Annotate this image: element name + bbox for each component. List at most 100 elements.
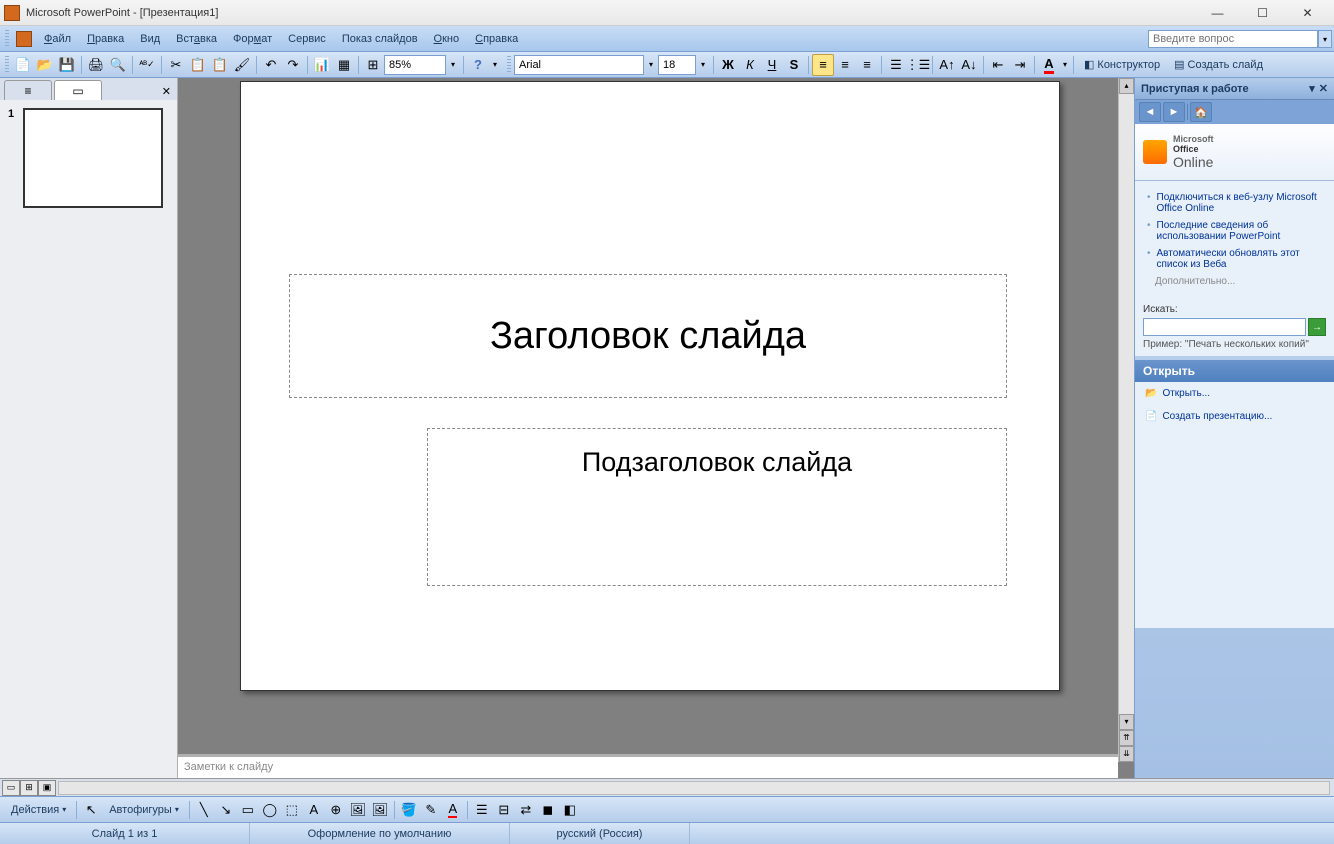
search-go-button[interactable]: → (1308, 318, 1326, 336)
designer-button[interactable]: ◧Конструктор (1077, 54, 1167, 76)
zoom-dropdown[interactable]: ▾ (446, 54, 460, 76)
shadow-style-button[interactable]: ◼ (537, 799, 559, 821)
document-icon[interactable] (16, 31, 32, 47)
grip-icon[interactable] (5, 30, 9, 48)
select-button[interactable]: ↖ (80, 799, 102, 821)
fontsize-combo[interactable] (658, 55, 696, 75)
font-combo[interactable] (514, 55, 644, 75)
back-button[interactable]: ◄ (1139, 102, 1161, 122)
news-link[interactable]: Последние сведения об использовании Powe… (1139, 217, 1330, 245)
search-input[interactable] (1143, 318, 1306, 336)
taskpane-menu-icon[interactable]: ▾ (1309, 82, 1315, 95)
minimize-button[interactable]: — (1195, 2, 1240, 24)
close-button[interactable]: ✕ (1285, 2, 1330, 24)
redo-button[interactable]: ↷ (282, 54, 304, 76)
new-button[interactable]: 📄 (12, 54, 34, 76)
actions-menu[interactable]: Действия ▾ (4, 799, 73, 821)
save-button[interactable]: 💾 (56, 54, 78, 76)
underline-button[interactable]: Ч (761, 54, 783, 76)
clipart-button[interactable]: 🖼 (347, 799, 369, 821)
notes-pane[interactable]: Заметки к слайду (178, 754, 1118, 778)
3d-style-button[interactable]: ◧ (559, 799, 581, 821)
zoom-combo[interactable] (384, 55, 446, 75)
italic-button[interactable]: К (739, 54, 761, 76)
help-button[interactable]: ? (467, 54, 489, 76)
scroll-down-button[interactable]: ▾ (1119, 714, 1134, 730)
preview-button[interactable]: 🔍 (107, 54, 129, 76)
textbox-button[interactable]: ⬚ (281, 799, 303, 821)
help-dropdown[interactable]: ▾ (1318, 30, 1332, 48)
menu-slideshow[interactable]: Показ слайдов (334, 30, 426, 48)
prev-slide-button[interactable]: ⇈ (1119, 730, 1134, 746)
increase-font-button[interactable]: A↑ (936, 54, 958, 76)
title-placeholder[interactable]: Заголовок слайда (289, 274, 1007, 398)
menu-file[interactable]: Файл (36, 30, 79, 48)
menu-insert[interactable]: Вставка (168, 30, 225, 48)
menu-tools[interactable]: Сервис (280, 30, 334, 48)
bold-button[interactable]: Ж (717, 54, 739, 76)
fill-color-button[interactable]: 🪣 (398, 799, 420, 821)
menu-format[interactable]: Формат (225, 30, 280, 48)
slides-tab[interactable]: ▭ (54, 80, 102, 100)
outline-close[interactable]: ✕ (160, 83, 173, 100)
menu-help[interactable]: Справка (467, 30, 526, 48)
print-button[interactable]: 🖨 (85, 54, 107, 76)
decrease-font-button[interactable]: A↓ (958, 54, 980, 76)
font-dropdown[interactable]: ▾ (644, 54, 658, 76)
wordart-button[interactable]: A (303, 799, 325, 821)
font-color-button[interactable]: A (1038, 54, 1060, 76)
menu-window[interactable]: Окно (426, 30, 468, 48)
oval-button[interactable]: ◯ (259, 799, 281, 821)
subtitle-placeholder[interactable]: Подзаголовок слайда (427, 428, 1007, 586)
normal-view-button[interactable]: ▭ (2, 780, 20, 796)
dash-style-button[interactable]: ⊟ (493, 799, 515, 821)
more-link[interactable]: Дополнительно... (1139, 273, 1330, 290)
toolbar-options[interactable]: ▾ (489, 54, 501, 76)
vertical-scrollbar[interactable]: ▴ ▾ ⇈ ⇊ (1118, 78, 1134, 762)
line-button[interactable]: ╲ (193, 799, 215, 821)
help-search-input[interactable] (1148, 30, 1318, 48)
paste-button[interactable]: 📋 (209, 54, 231, 76)
numbering-button[interactable]: ☰ (885, 54, 907, 76)
bullets-button[interactable]: ⋮☰ (907, 54, 929, 76)
maximize-button[interactable]: ☐ (1240, 2, 1285, 24)
chart-button[interactable]: 📊 (311, 54, 333, 76)
sorter-view-button[interactable]: ⊞ (20, 780, 38, 796)
scroll-up-button[interactable]: ▴ (1119, 78, 1134, 94)
connect-link[interactable]: Подключиться к веб-узлу Microsoft Office… (1139, 189, 1330, 217)
home-button[interactable]: 🏠 (1190, 102, 1212, 122)
arrow-style-button[interactable]: ⇄ (515, 799, 537, 821)
fontcolor-dropdown[interactable]: ▾ (1060, 54, 1070, 76)
align-left-button[interactable]: ≡ (812, 54, 834, 76)
outline-tab[interactable]: ≡ (4, 80, 52, 100)
fontsize-dropdown[interactable]: ▾ (696, 54, 710, 76)
format-painter-button[interactable]: 🖌 (231, 54, 253, 76)
rectangle-button[interactable]: ▭ (237, 799, 259, 821)
menu-view[interactable]: Вид (132, 30, 168, 48)
horizontal-scrollbar[interactable] (58, 781, 1330, 795)
line-color-button[interactable]: ✎ (420, 799, 442, 821)
undo-button[interactable]: ↶ (260, 54, 282, 76)
spellcheck-button[interactable]: ᴬᴮ✓ (136, 54, 158, 76)
slideshow-view-button[interactable]: ▣ (38, 780, 56, 796)
align-right-button[interactable]: ≡ (856, 54, 878, 76)
grip-icon[interactable] (5, 56, 9, 74)
align-center-button[interactable]: ≡ (834, 54, 856, 76)
increase-indent-button[interactable]: ⇥ (1009, 54, 1031, 76)
slide-thumbnail[interactable] (23, 108, 163, 208)
grid-button[interactable]: ⊞ (362, 54, 384, 76)
new-slide-button[interactable]: ▤Создать слайд (1167, 54, 1270, 76)
font-color-button2[interactable]: A (442, 799, 464, 821)
cut-button[interactable]: ✂ (165, 54, 187, 76)
shadow-button[interactable]: S (783, 54, 805, 76)
copy-button[interactable]: 📋 (187, 54, 209, 76)
taskpane-close[interactable]: ✕ (1319, 82, 1328, 95)
menu-edit[interactable]: Правка (79, 30, 132, 48)
decrease-indent-button[interactable]: ⇤ (987, 54, 1009, 76)
arrow-button[interactable]: ↘ (215, 799, 237, 821)
grip-icon[interactable] (507, 56, 511, 74)
update-link[interactable]: Автоматически обновлять этот список из В… (1139, 245, 1330, 273)
forward-button[interactable]: ► (1163, 102, 1185, 122)
status-language[interactable]: русский (Россия) (510, 823, 690, 844)
autoshapes-menu[interactable]: Автофигуры ▾ (102, 799, 186, 821)
